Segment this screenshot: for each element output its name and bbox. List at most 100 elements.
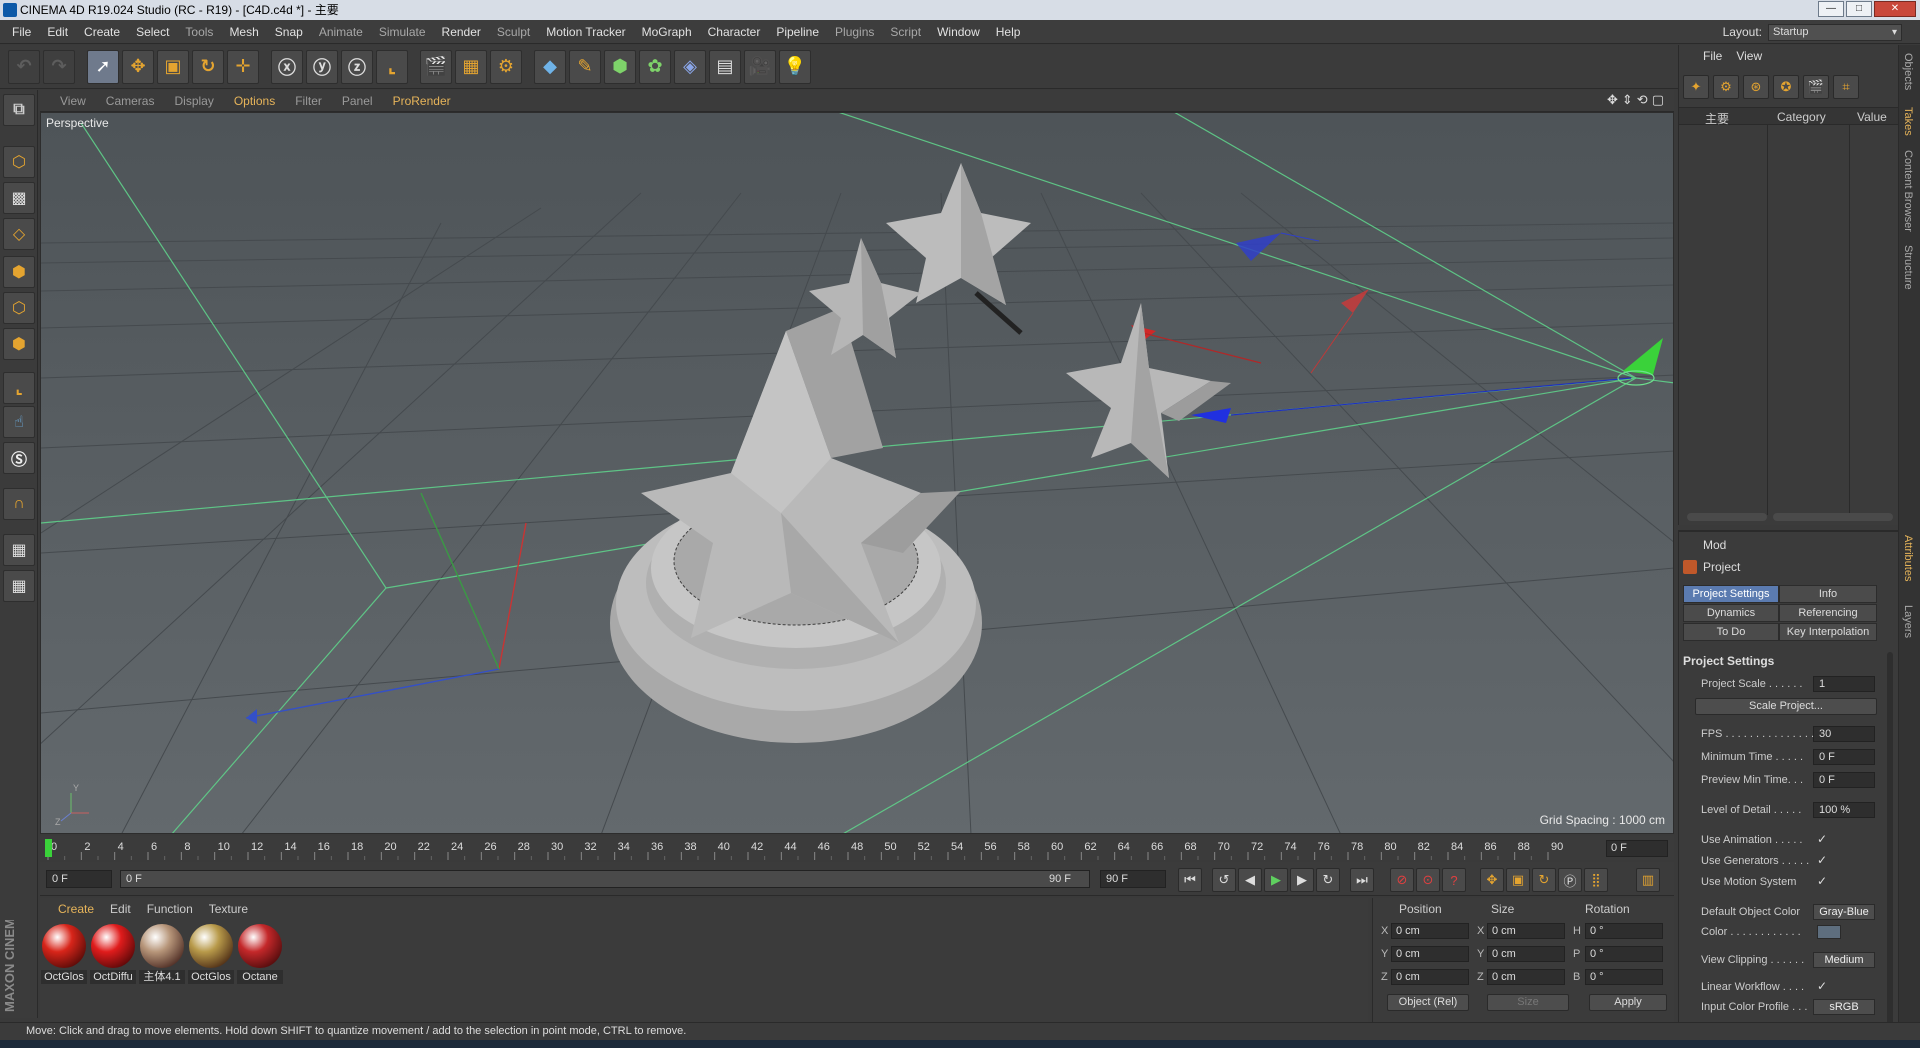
menu-edit[interactable]: Edit: [39, 20, 76, 44]
rot-h-field[interactable]: 0 °: [1585, 923, 1663, 939]
pos-y-field[interactable]: 0 cm: [1391, 946, 1469, 962]
attribute-scrollbar[interactable]: [1887, 652, 1893, 1032]
deformer-icon[interactable]: ◈: [674, 49, 706, 84]
size-mode-dropdown[interactable]: Size: [1487, 994, 1569, 1011]
filter-icon[interactable]: ⚙: [1713, 75, 1739, 99]
horizontal-scrollbar[interactable]: [1773, 513, 1893, 521]
side-tab-structure[interactable]: Structure: [1902, 245, 1914, 290]
start-frame-field[interactable]: 0 F: [46, 870, 112, 888]
side-tab-takes[interactable]: Takes: [1902, 107, 1914, 136]
previous-frame-button[interactable]: ◀: [1238, 868, 1262, 892]
tab-info[interactable]: Info: [1779, 585, 1877, 603]
layout-dropdown[interactable]: Startup: [1768, 23, 1902, 41]
material-slot[interactable]: Octane: [237, 924, 283, 984]
tab-key-interpolation[interactable]: Key Interpolation: [1779, 623, 1877, 641]
size-z-field[interactable]: 0 cm: [1487, 969, 1565, 985]
z-axis-lock-icon[interactable]: ⓩ: [341, 49, 373, 84]
viewport-menu-panel[interactable]: Panel: [332, 94, 383, 108]
viewport-perspective[interactable]: Y Z Perspective Grid Spacing : 1000 cm: [40, 112, 1674, 834]
rot-b-field[interactable]: 0 °: [1585, 969, 1663, 985]
menu-sculpt[interactable]: Sculpt: [489, 20, 538, 44]
tweak-mode-icon[interactable]: ☝: [3, 406, 35, 438]
render-picture-viewer-icon[interactable]: ▦: [455, 49, 487, 84]
keyframe-selection-button[interactable]: ?: [1442, 868, 1466, 892]
next-key-button[interactable]: ↻: [1316, 868, 1340, 892]
timeline-playhead[interactable]: [45, 839, 52, 857]
camera-object-icon[interactable]: 🎥: [744, 49, 776, 84]
tab-project-settings[interactable]: Project Settings: [1683, 585, 1779, 603]
timeline-window-button[interactable]: ▥: [1636, 868, 1660, 892]
cloner-icon[interactable]: ✿: [639, 49, 671, 84]
use-animation-checkbox[interactable]: ✓: [1817, 832, 1827, 846]
menu-script[interactable]: Script: [882, 20, 929, 44]
minimize-button[interactable]: —: [1818, 1, 1844, 17]
move-tool-icon[interactable]: ✥: [122, 49, 154, 84]
current-frame-field[interactable]: 0 F: [1606, 840, 1668, 857]
menu-mograph[interactable]: MoGraph: [634, 20, 700, 44]
autokeying-button[interactable]: ⊙: [1416, 868, 1440, 892]
menu-motion-tracker[interactable]: Motion Tracker: [538, 20, 633, 44]
menu-create[interactable]: Create: [76, 20, 128, 44]
menu-select[interactable]: Select: [128, 20, 177, 44]
minimum-time-field[interactable]: 0 F: [1813, 749, 1875, 765]
material-menu-create[interactable]: Create: [50, 902, 102, 916]
scene-icon[interactable]: ⊛: [1743, 75, 1769, 99]
close-button[interactable]: ✕: [1874, 1, 1916, 17]
record-pla-button[interactable]: ⣿: [1584, 868, 1608, 892]
viewport-menu-filter[interactable]: Filter: [285, 94, 332, 108]
record-scale-button[interactable]: ▣: [1506, 868, 1530, 892]
fps-field[interactable]: 30: [1813, 726, 1875, 742]
live-selection-tool-icon[interactable]: ➚: [87, 49, 119, 84]
menu-character[interactable]: Character: [700, 20, 769, 44]
viewport-menu-view[interactable]: View: [50, 94, 96, 108]
material-menu-edit[interactable]: Edit: [102, 902, 139, 916]
edges-mode-icon[interactable]: ⬡: [3, 292, 35, 324]
y-axis-lock-icon[interactable]: ⓨ: [306, 49, 338, 84]
render-settings-icon[interactable]: ⚙: [490, 49, 522, 84]
tab-to-do[interactable]: To Do: [1683, 623, 1779, 641]
use-generators-checkbox[interactable]: ✓: [1817, 853, 1827, 867]
preview-range-slider[interactable]: 0 F 90 F: [120, 870, 1090, 888]
pos-x-field[interactable]: 0 cm: [1391, 923, 1469, 939]
material-slot[interactable]: OctGlos: [188, 924, 234, 984]
side-tab-layers[interactable]: Layers: [1902, 605, 1914, 638]
hierarchy-icon[interactable]: ⌗: [1833, 75, 1859, 99]
play-button[interactable]: ▶: [1264, 868, 1288, 892]
cube-object-icon[interactable]: ◆: [534, 49, 566, 84]
tab-referencing[interactable]: Referencing: [1779, 604, 1877, 622]
record-parameter-button[interactable]: Ⓟ: [1558, 868, 1582, 892]
preview-min-time-field[interactable]: 0 F: [1813, 772, 1875, 788]
menu-plugins[interactable]: Plugins: [827, 20, 882, 44]
viewport-menu-cameras[interactable]: Cameras: [96, 94, 165, 108]
rot-p-field[interactable]: 0 °: [1585, 946, 1663, 962]
view-clipping-dropdown[interactable]: Medium: [1813, 952, 1875, 968]
maximize-button[interactable]: □: [1846, 1, 1872, 17]
material-slot[interactable]: OctGlos: [41, 924, 87, 984]
size-y-field[interactable]: 0 cm: [1487, 946, 1565, 962]
level-of-detail-field[interactable]: 100 %: [1813, 802, 1875, 818]
menu-help[interactable]: Help: [988, 20, 1029, 44]
apply-button[interactable]: Apply: [1589, 994, 1667, 1011]
render-view-icon[interactable]: 🎬: [420, 49, 452, 84]
menu-simulate[interactable]: Simulate: [371, 20, 434, 44]
tag-icon[interactable]: ✦: [1683, 75, 1709, 99]
menu-mesh[interactable]: Mesh: [221, 20, 266, 44]
x-axis-lock-icon[interactable]: ⓧ: [271, 49, 303, 84]
record-position-button[interactable]: ✥: [1480, 868, 1504, 892]
rotate-tool-icon[interactable]: ↻: [192, 49, 224, 84]
material-menu-texture[interactable]: Texture: [201, 902, 256, 916]
magnet-icon[interactable]: ∩: [3, 488, 35, 520]
menu-tools[interactable]: Tools: [177, 20, 221, 44]
undo-button[interactable]: ↶: [8, 49, 40, 84]
render-tag-icon[interactable]: 🎬: [1803, 75, 1829, 99]
scale-tool-icon[interactable]: ▣: [157, 49, 189, 84]
end-frame-field[interactable]: 90 F: [1100, 870, 1166, 888]
default-object-color-dropdown[interactable]: Gray-Blue: [1813, 904, 1875, 920]
snap-icon[interactable]: Ⓢ: [3, 442, 35, 474]
menu-window[interactable]: Window: [929, 20, 988, 44]
menu-pipeline[interactable]: Pipeline: [768, 20, 827, 44]
pan-icon[interactable]: ✥: [1607, 92, 1618, 108]
record-active-objects-button[interactable]: ⊘: [1390, 868, 1414, 892]
maximize-view-icon[interactable]: ▢: [1652, 92, 1664, 108]
coordinate-mode-dropdown[interactable]: Object (Rel): [1387, 994, 1469, 1011]
